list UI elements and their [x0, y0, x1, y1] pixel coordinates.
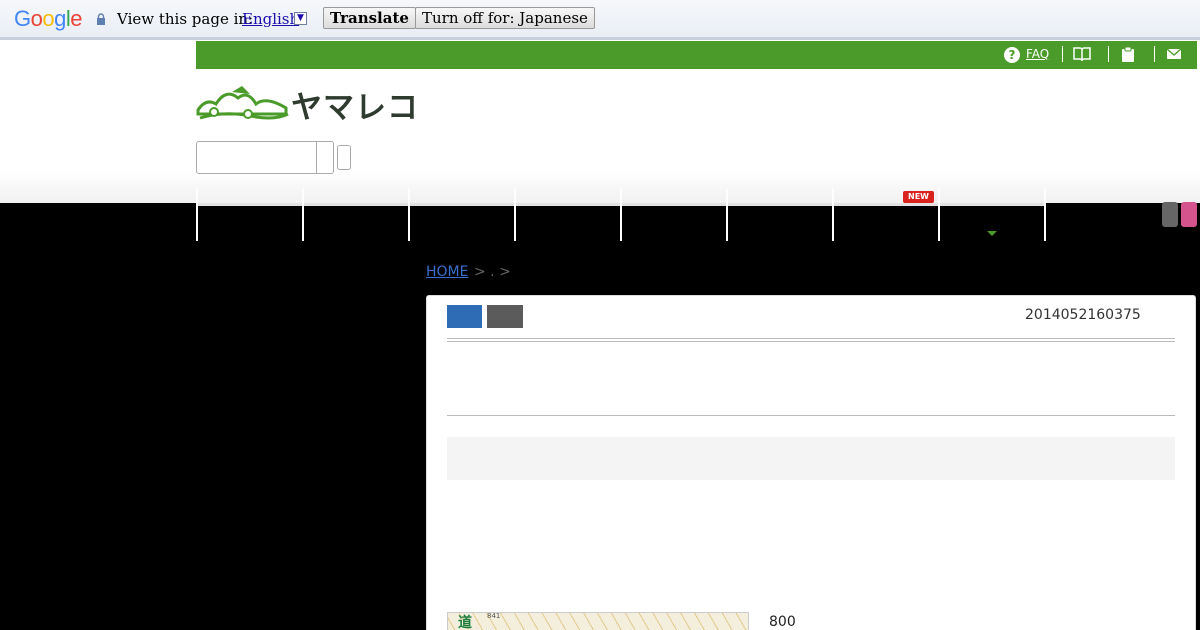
nav-item-6[interactable] — [726, 189, 728, 241]
info-box — [447, 437, 1175, 480]
search-input[interactable] — [196, 141, 317, 174]
nav-item-2[interactable] — [302, 189, 304, 241]
translate-prompt: View this page in: — [117, 10, 254, 28]
action-button-gray[interactable] — [487, 305, 523, 328]
turn-off-button[interactable]: Turn off for: Japanese — [415, 7, 595, 29]
breadcrumb: > . > — [474, 264, 511, 280]
nav-item-3[interactable] — [408, 189, 410, 241]
search-button[interactable] — [337, 145, 351, 170]
topbar-divider — [1154, 46, 1155, 62]
side-tab-pink[interactable] — [1181, 202, 1197, 227]
faq-link[interactable]: FAQ — [1026, 47, 1049, 61]
lock-icon — [97, 13, 105, 25]
translate-button[interactable]: Translate — [323, 7, 416, 29]
nav-item-5[interactable] — [620, 189, 622, 241]
search-options-toggle[interactable] — [317, 141, 334, 174]
site-logo-text: ヤマレコ — [291, 90, 419, 126]
breadcrumb-home[interactable]: HOME — [426, 264, 468, 280]
map-number: 841 — [487, 612, 501, 620]
mail-icon[interactable] — [1167, 49, 1181, 59]
new-badge: NEW — [903, 191, 934, 203]
google-logo: Google — [14, 6, 83, 31]
clipboard-icon[interactable] — [1121, 46, 1135, 62]
topbar-divider — [1108, 46, 1109, 62]
action-button-blue[interactable] — [447, 305, 482, 328]
nav-item-4[interactable] — [514, 189, 516, 241]
record-id: 2014052160375 — [1025, 307, 1141, 323]
nav-item-end — [1044, 189, 1046, 241]
nav-item-7[interactable] — [832, 189, 834, 241]
book-icon[interactable] — [1073, 46, 1091, 62]
side-tab-gray[interactable] — [1162, 202, 1178, 227]
language-select[interactable]: English — [242, 10, 299, 28]
chevron-down-icon[interactable]: ▼ — [294, 12, 307, 25]
topbar-divider — [1062, 46, 1063, 62]
section-divider — [447, 415, 1175, 416]
map-label: 道 — [458, 615, 472, 630]
translate-bar: Google View this page in: English ▼ Tran… — [0, 0, 1200, 40]
elevation-value: 800 — [769, 614, 796, 630]
nav-item-1[interactable] — [196, 189, 198, 241]
chevron-down-icon[interactable] — [987, 231, 997, 236]
nav-item-8[interactable] — [938, 189, 940, 241]
help-circle-icon[interactable]: ? — [1004, 47, 1020, 63]
title-divider — [447, 338, 1175, 342]
